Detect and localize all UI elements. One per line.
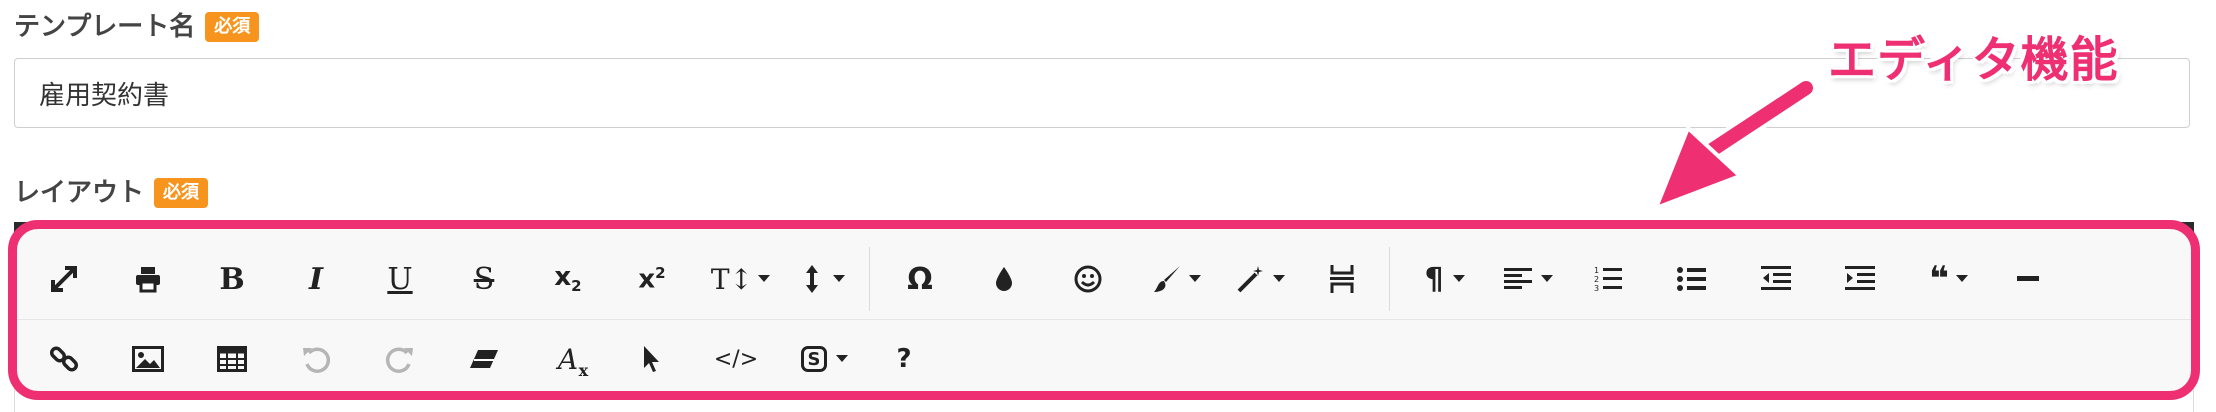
annotation-arrow-icon	[1654, 77, 1817, 210]
